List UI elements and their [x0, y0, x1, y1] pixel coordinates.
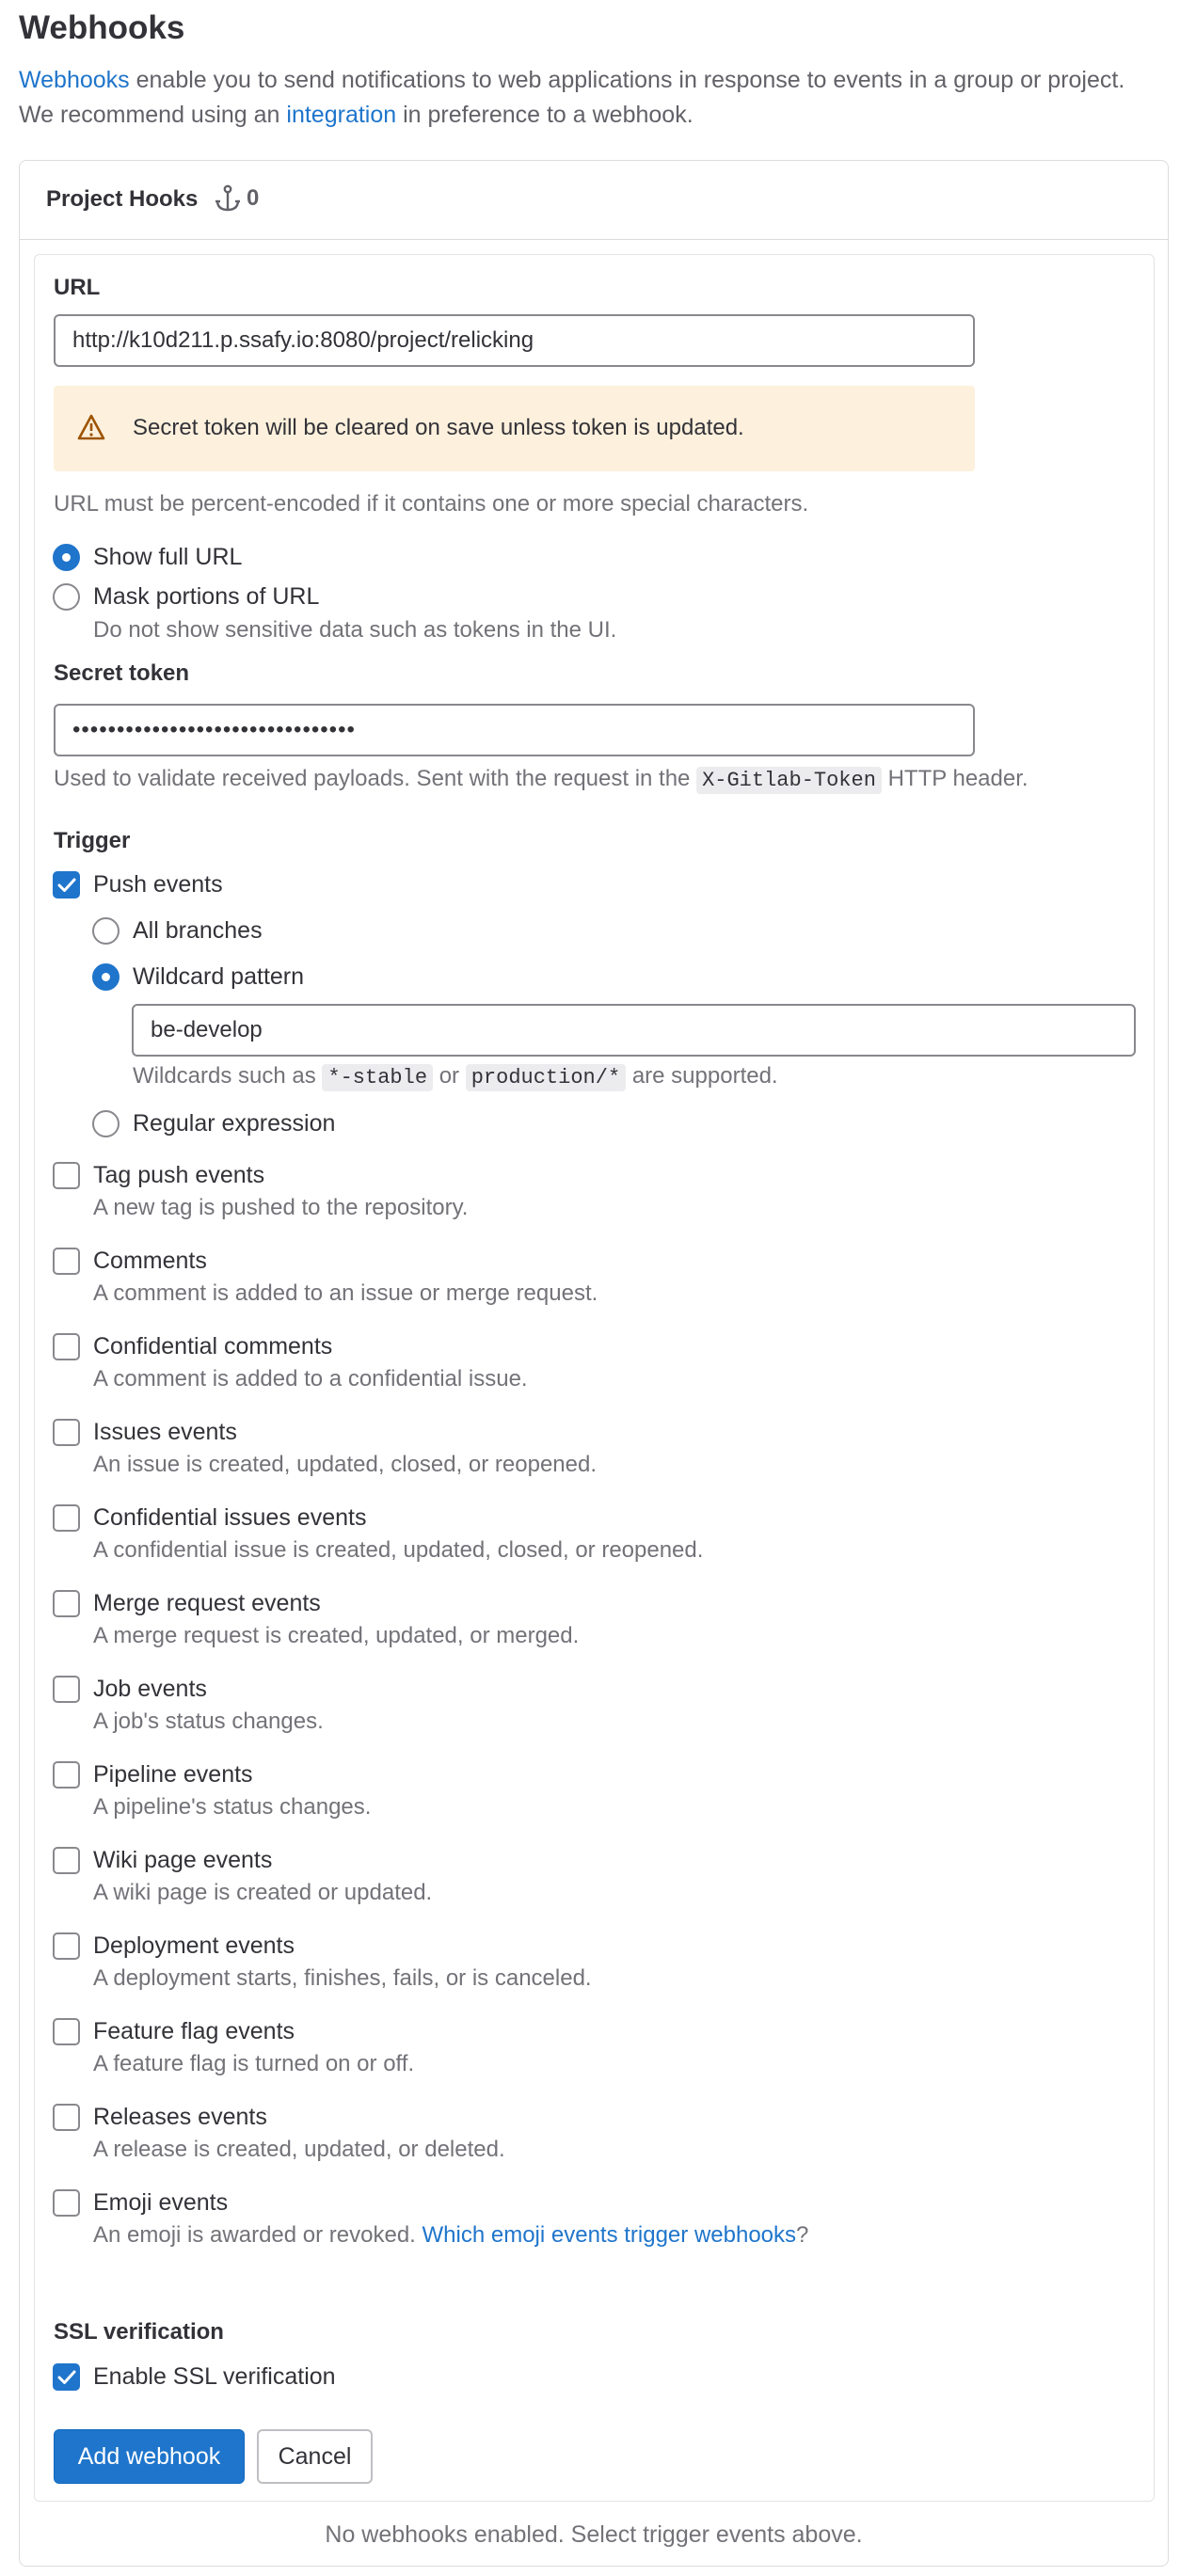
feature-flag-events-help: A feature flag is turned on or off.: [93, 2051, 415, 2076]
feature-flag-events-label: Feature flag events: [93, 2018, 295, 2044]
push-events-label: Push events: [93, 871, 223, 898]
page-title: Webhooks: [19, 9, 185, 46]
confidential-comments-help: A comment is added to a confidential iss…: [93, 1366, 528, 1391]
issues-events-help: An issue is created, updated, closed, or…: [93, 1452, 598, 1477]
webhooks-page: Webhooks Webhooks enable you to send not…: [0, 0, 1180, 2576]
emoji-events-help: An emoji is awarded or revoked. Which em…: [93, 2222, 808, 2249]
secret-help-before: Used to validate received payloads. Sent…: [54, 766, 697, 791]
enable-ssl-checkbox[interactable]: [53, 2363, 80, 2391]
issues-events-checkbox[interactable]: [53, 1419, 80, 1446]
checkmark-icon: [57, 2370, 76, 2384]
job-events-label: Job events: [93, 1676, 207, 1702]
job-events-checkbox[interactable]: [53, 1676, 80, 1703]
job-events-help: A job's status changes.: [93, 1709, 324, 1734]
push-events-checkbox[interactable]: [53, 871, 80, 898]
card-title: Project Hooks: [46, 186, 199, 212]
issues-events-label: Issues events: [93, 1419, 237, 1445]
mask-url-radio[interactable]: [53, 583, 80, 611]
cancel-button[interactable]: Cancel: [257, 2429, 373, 2484]
confidential-issues-events-help: A confidential issue is created, updated…: [93, 1537, 704, 1563]
merge-request-events-help: A merge request is created, updated, or …: [93, 1623, 580, 1648]
releases-events-label: Releases events: [93, 2104, 267, 2130]
releases-events-checkbox[interactable]: [53, 2104, 80, 2131]
page-intro: Webhooks enable you to send notification…: [19, 63, 1148, 133]
pipeline-events-label: Pipeline events: [93, 1761, 253, 1788]
url-input[interactable]: http://k10d211.p.ssafy.io:8080/project/r…: [54, 314, 975, 367]
releases-events-help: A release is created, updated, or delete…: [93, 2137, 505, 2162]
wildcard-help: Wildcards such as *-stable or production…: [133, 1063, 778, 1091]
wildcard-pattern-radio[interactable]: [92, 963, 120, 991]
wiki-page-events-label: Wiki page events: [93, 1847, 273, 1873]
enable-ssl-label: Enable SSL verification: [93, 2363, 336, 2390]
trigger-label: Trigger: [54, 828, 131, 853]
checkmark-icon: [57, 878, 76, 892]
pipeline-events-help: A pipeline's status changes.: [93, 1794, 372, 1820]
show-full-url-label: Show full URL: [93, 544, 243, 570]
hooks-count: 0: [247, 185, 260, 211]
wiki-page-events-checkbox[interactable]: [53, 1847, 80, 1874]
wildcard-help-3: are supported.: [626, 1063, 778, 1089]
merge-request-events-label: Merge request events: [93, 1590, 321, 1616]
emoji-events-label: Emoji events: [93, 2189, 229, 2216]
wildcard-example-1: *-stable: [322, 1064, 434, 1091]
mask-url-help: Do not show sensitive data such as token…: [93, 617, 617, 643]
wildcard-pattern-input[interactable]: be-develop: [132, 1004, 1136, 1057]
confidential-issues-events-checkbox[interactable]: [53, 1504, 80, 1532]
secret-help-after: HTTP header.: [881, 766, 1029, 791]
add-webhook-button[interactable]: Add webhook: [54, 2429, 245, 2484]
deployment-events-help: A deployment starts, finishes, fails, or…: [93, 1965, 592, 1991]
regex-label: Regular expression: [133, 1110, 336, 1137]
empty-state-text: No webhooks enabled. Select trigger even…: [325, 2521, 863, 2548]
wildcard-help-1: Wildcards such as: [133, 1063, 323, 1089]
comments-checkbox[interactable]: [53, 1248, 80, 1275]
emoji-events-docs-link[interactable]: Which emoji events trigger webhooks: [423, 2222, 797, 2248]
ssl-verification-label: SSL verification: [54, 2319, 224, 2345]
url-label: URL: [54, 275, 101, 300]
secret-token-help: Used to validate received payloads. Sent…: [54, 766, 1029, 794]
emoji-events-help-text: An emoji is awarded or revoked.: [93, 2222, 423, 2248]
wildcard-help-2: or: [433, 1063, 466, 1089]
mask-url-label: Mask portions of URL: [93, 583, 320, 610]
secret-token-label: Secret token: [54, 660, 190, 686]
webhooks-docs-link[interactable]: Webhooks: [19, 67, 130, 93]
tag-push-events-label: Tag push events: [93, 1162, 265, 1188]
regex-radio[interactable]: [92, 1110, 120, 1137]
wiki-page-events-help: A wiki page is created or updated.: [93, 1880, 433, 1905]
comments-label: Comments: [93, 1248, 207, 1274]
merge-request-events-checkbox[interactable]: [53, 1590, 80, 1617]
confidential-comments-label: Confidential comments: [93, 1333, 333, 1360]
emoji-help-end: ?: [796, 2222, 809, 2248]
all-branches-radio[interactable]: [92, 917, 120, 945]
deployment-events-label: Deployment events: [93, 1932, 295, 1959]
wildcard-pattern-label: Wildcard pattern: [133, 963, 305, 990]
header-name-code: X-Gitlab-Token: [696, 767, 882, 794]
confidential-comments-checkbox[interactable]: [53, 1333, 80, 1360]
anchor-icon: [215, 184, 240, 212]
emoji-events-checkbox[interactable]: [53, 2189, 80, 2217]
integration-link[interactable]: integration: [286, 102, 396, 128]
feature-flag-events-checkbox[interactable]: [53, 2018, 80, 2045]
secret-token-input[interactable]: ••••••••••••••••••••••••••••••••: [54, 704, 975, 756]
tag-push-events-checkbox[interactable]: [53, 1162, 80, 1189]
pipeline-events-checkbox[interactable]: [53, 1761, 80, 1789]
url-help-text: URL must be percent-encoded if it contai…: [54, 491, 809, 517]
wildcard-example-2: production/*: [465, 1064, 627, 1091]
deployment-events-checkbox[interactable]: [53, 1932, 80, 1960]
alert-message: Secret token will be cleared on save unl…: [133, 415, 744, 440]
intro-text-end: in preference to a webhook.: [396, 102, 694, 128]
tag-push-events-help: A new tag is pushed to the repository.: [93, 1195, 469, 1220]
comments-help: A comment is added to an issue or merge …: [93, 1280, 598, 1306]
show-full-url-radio[interactable]: [53, 544, 80, 571]
all-branches-label: All branches: [133, 917, 263, 944]
confidential-issues-events-label: Confidential issues events: [93, 1504, 367, 1531]
warning-icon: [77, 414, 105, 440]
